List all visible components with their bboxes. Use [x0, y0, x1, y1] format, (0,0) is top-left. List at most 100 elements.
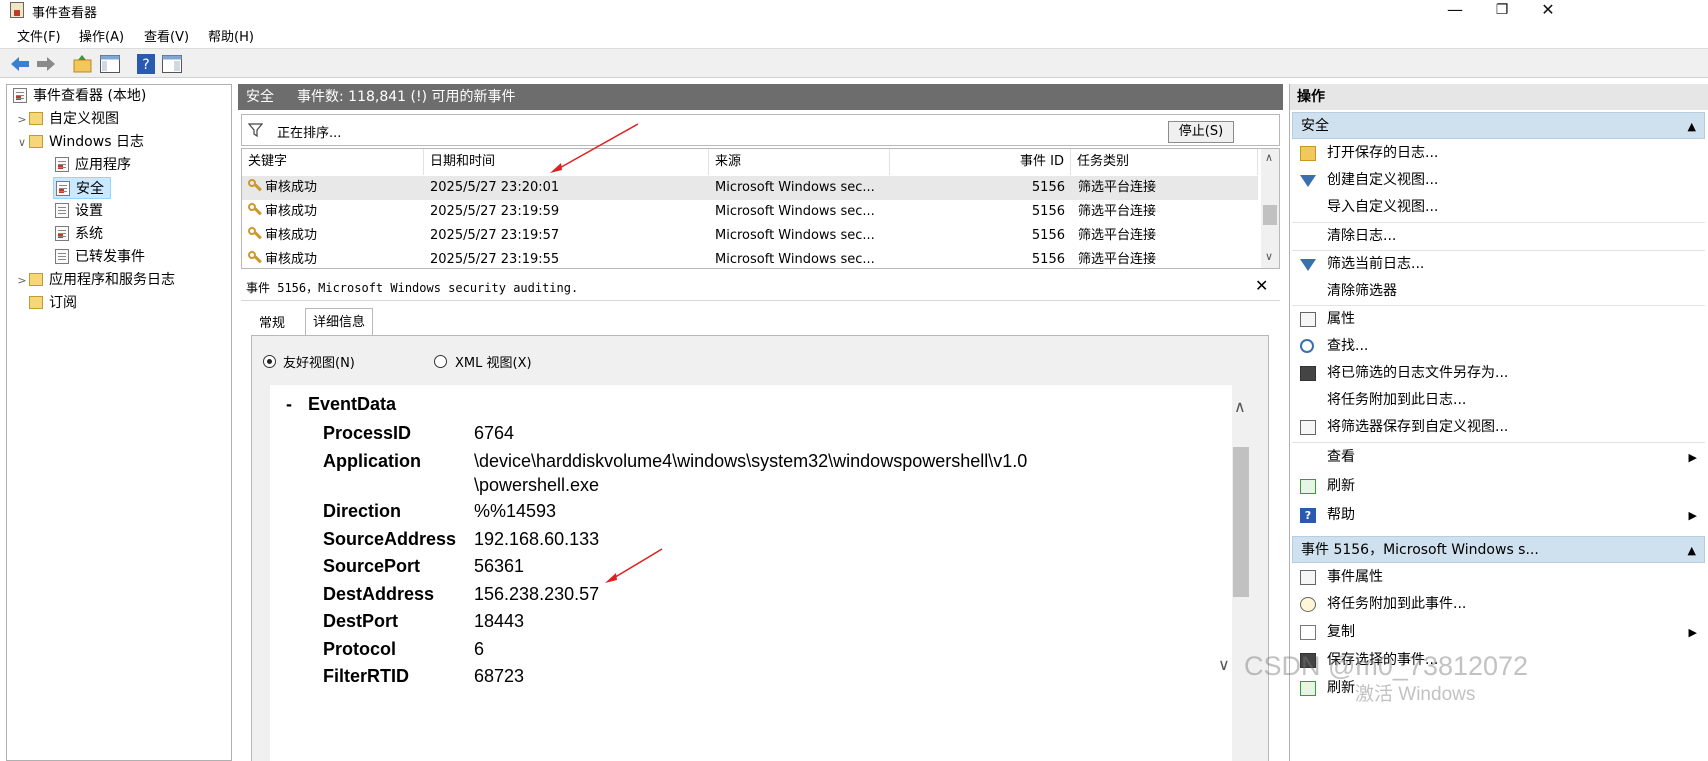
column-header-datetime[interactable]: 日期和时间 — [424, 149, 709, 175]
action-filter-current-log[interactable]: 筛选当前日志... — [1292, 251, 1705, 278]
action-clear-filter[interactable]: 清除筛选器 — [1292, 278, 1705, 305]
collapse-up-icon[interactable]: ▲ — [1688, 113, 1696, 140]
friendly-view-label[interactable]: 友好视图(N) — [283, 352, 355, 371]
tree-log-forwarded-label: 已转发事件 — [75, 249, 145, 265]
action-save-filtered-log[interactable]: 将已筛选的日志文件另存为... — [1292, 360, 1705, 387]
tree-app-service-logs[interactable]: > 应用程序和服务日志 — [15, 269, 175, 291]
table-row[interactable]: 审核成功 2025/5/27 23:19:59 Microsoft Window… — [242, 200, 1258, 224]
action-attach-task-log[interactable]: 将任务附加到此日志... — [1292, 387, 1705, 414]
tree-custom-views[interactable]: > 自定义视图 — [15, 108, 119, 130]
scroll-up-icon[interactable]: ∧ — [1265, 151, 1273, 164]
menu-help[interactable]: 帮助(H) — [208, 26, 254, 45]
action-save-filter-custom-view[interactable]: 将筛选器保存到自定义视图... — [1292, 414, 1705, 441]
minimize-button[interactable]: — — [1432, 0, 1478, 22]
tree-log-forwarded[interactable]: 已转发事件 — [55, 246, 145, 268]
menu-bar: 文件(F) 操作(A) 查看(V) 帮助(H) — [0, 22, 1708, 47]
action-find[interactable]: 查找... — [1292, 333, 1705, 360]
action-event-properties[interactable]: 事件属性 — [1292, 564, 1705, 591]
action-attach-task-event[interactable]: 将任务附加到此事件... — [1292, 591, 1705, 618]
row-keyword: 审核成功 — [265, 180, 318, 195]
task-clock-icon — [1300, 597, 1316, 612]
tree-log-setup[interactable]: 设置 — [55, 200, 103, 222]
tree-log-system[interactable]: 系统 — [55, 223, 103, 245]
help-icon[interactable]: ? — [135, 53, 157, 75]
column-header-keyword[interactable]: 关键字 — [242, 149, 424, 175]
section-collapse-toggle[interactable]: - — [286, 394, 292, 415]
scroll-down-icon[interactable]: ∨ — [1265, 250, 1273, 263]
folder-icon — [29, 135, 43, 148]
refresh-icon — [1300, 479, 1316, 494]
close-button[interactable]: ✕ — [1525, 0, 1571, 22]
tree-log-application[interactable]: 应用程序 — [55, 154, 131, 176]
row-category: 筛选平台连接 — [1078, 252, 1157, 267]
xml-view-label[interactable]: XML 视图(X) — [455, 352, 532, 371]
field-value: 68723 — [474, 666, 525, 686]
action-clear-log[interactable]: 清除日志... — [1292, 223, 1705, 250]
scroll-up-icon[interactable]: ∧ — [1234, 397, 1246, 416]
chevron-right-icon[interactable]: > — [15, 109, 29, 131]
event-data-view: - EventData ProcessID 6764 Application \… — [270, 385, 1232, 761]
chevron-right-icon[interactable]: > — [15, 270, 29, 292]
column-header-event-id[interactable]: 事件 ID — [890, 149, 1071, 175]
action-refresh[interactable]: 刷新 — [1292, 473, 1705, 500]
section-header-security[interactable]: 安全 ▲ — [1292, 112, 1705, 139]
detail-scrollbar[interactable]: ∧ ∨ — [1218, 385, 1250, 761]
menu-view[interactable]: 查看(V) — [144, 26, 189, 45]
table-row[interactable]: 审核成功 2025/5/27 23:20:01 Microsoft Window… — [242, 176, 1258, 200]
scroll-thumb[interactable] — [1263, 205, 1277, 225]
event-viewer-icon — [10, 2, 24, 18]
chevron-down-icon[interactable]: ∨ — [15, 132, 29, 154]
tab-details[interactable]: 详细信息 — [305, 308, 374, 335]
xml-view-radio[interactable] — [434, 355, 447, 368]
section-header-label: 安全 — [1301, 118, 1329, 134]
maximize-button[interactable]: ❐ — [1479, 0, 1525, 22]
refresh-icon — [1300, 681, 1316, 696]
tab-general[interactable]: 常规 — [252, 310, 292, 335]
table-row[interactable]: 审核成功 2025/5/27 23:19:55 Microsoft Window… — [242, 248, 1258, 268]
event-list: 关键字 日期和时间 来源 事件 ID 任务类别 审核成功 2025/5/27 2… — [241, 148, 1280, 269]
filter-status: 正在排序... — [277, 126, 342, 141]
field-value: 192.168.60.133 — [474, 529, 600, 549]
menu-file[interactable]: 文件(F) — [17, 26, 61, 45]
tree-windows-logs[interactable]: ∨ Windows 日志 — [15, 131, 144, 153]
key-icon — [248, 251, 262, 265]
properties-icon — [1300, 312, 1316, 327]
tree-root[interactable]: 事件查看器 (本地) — [13, 85, 146, 107]
action-view[interactable]: 查看 ▶ — [1292, 444, 1705, 471]
event-list-scrollbar[interactable]: ∧ ∨ — [1261, 149, 1279, 268]
section-header-event[interactable]: 事件 5156，Microsoft Windows s... ▲ — [1292, 536, 1705, 563]
show-hide-tree-icon[interactable] — [99, 53, 121, 75]
scroll-thumb[interactable] — [1233, 447, 1249, 597]
key-icon — [248, 179, 262, 193]
action-open-saved-log[interactable]: 打开保存的日志... — [1292, 140, 1705, 167]
field-value: 18443 — [474, 611, 525, 631]
action-create-custom-view[interactable]: 创建自定义视图... — [1292, 167, 1705, 194]
up-folder-icon[interactable] — [72, 53, 94, 75]
forward-arrow-icon[interactable] — [35, 53, 57, 75]
tree-subscriptions[interactable]: 订阅 — [29, 292, 77, 314]
collapse-up-icon[interactable]: ▲ — [1688, 537, 1696, 564]
field-value-continued: \powershell.exe — [474, 475, 600, 495]
friendly-view-radio[interactable] — [263, 355, 276, 368]
tree-log-security[interactable]: 安全 — [53, 177, 111, 199]
scroll-down-icon[interactable]: ∨ — [1218, 655, 1230, 674]
row-datetime: 2025/5/27 23:19:57 — [430, 228, 560, 243]
log-icon — [55, 249, 69, 264]
action-copy[interactable]: 复制 ▶ — [1292, 619, 1705, 646]
close-detail-icon[interactable]: ✕ — [1255, 276, 1268, 295]
menu-action[interactable]: 操作(A) — [79, 26, 124, 45]
action-help[interactable]: ? 帮助 ▶ — [1292, 502, 1705, 529]
field-key: Application — [323, 451, 421, 471]
stop-button[interactable]: 停止(S) — [1168, 121, 1234, 143]
show-hide-action-pane-icon[interactable] — [161, 53, 183, 75]
field-value: \device\harddiskvolume4\windows\system32… — [474, 451, 1028, 471]
back-arrow-icon[interactable] — [9, 53, 31, 75]
column-header-source[interactable]: 来源 — [709, 149, 890, 175]
field-value: %%14593 — [474, 501, 557, 521]
action-import-custom-view[interactable]: 导入自定义视图... — [1292, 194, 1705, 221]
action-properties[interactable]: 属性 — [1292, 306, 1705, 333]
column-header-category[interactable]: 任务类别 — [1071, 149, 1258, 175]
tree-app-service-logs-label: 应用程序和服务日志 — [49, 272, 175, 288]
table-row[interactable]: 审核成功 2025/5/27 23:19:57 Microsoft Window… — [242, 224, 1258, 248]
toolbar: ? — [0, 48, 1708, 78]
